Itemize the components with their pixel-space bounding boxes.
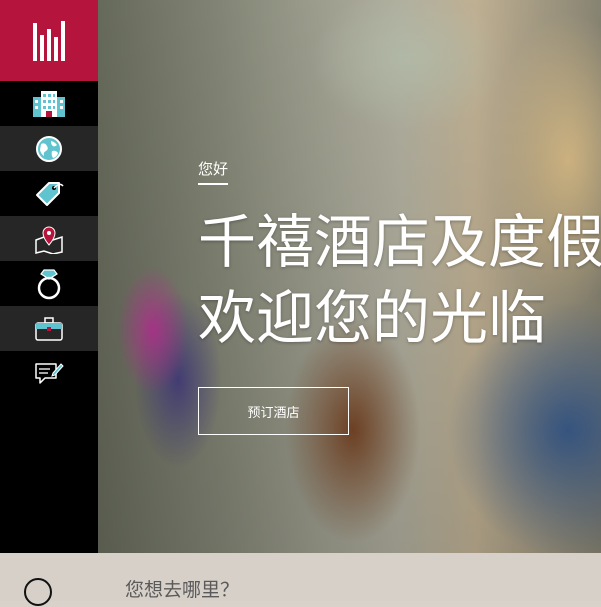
brand-logo[interactable] [0, 0, 98, 81]
bar-logo-icon [33, 20, 65, 61]
globe-icon [36, 135, 62, 162]
hotel-building-icon [33, 90, 65, 117]
price-tag-icon [36, 181, 64, 206]
sidebar-item-destinations[interactable] [0, 126, 98, 171]
sidebar-item-meetings[interactable] [0, 306, 98, 351]
search-input[interactable] [125, 576, 525, 604]
sidebar-item-weddings[interactable] [0, 261, 98, 306]
search-icon[interactable] [22, 577, 56, 607]
ring-icon [37, 268, 61, 299]
hero-headline: 千禧酒店及度假 欢迎您的光临 [198, 204, 601, 356]
headline-line-2: 欢迎您的光临 [198, 284, 547, 352]
headline-line-1: 千禧酒店及度假 [198, 208, 601, 276]
briefcase-icon [35, 316, 63, 341]
book-hotel-button[interactable]: 预订酒店 [198, 387, 349, 435]
map-pin-icon [35, 225, 63, 254]
sidebar-item-hotels[interactable] [0, 81, 98, 126]
sidebar-item-offers[interactable] [0, 171, 98, 216]
sidebar-nav [0, 0, 98, 553]
greeting-label: 您好 [198, 160, 229, 185]
sidebar-item-locations[interactable] [0, 216, 98, 261]
feedback-icon [35, 362, 64, 384]
sidebar-item-feedback[interactable] [0, 351, 98, 396]
